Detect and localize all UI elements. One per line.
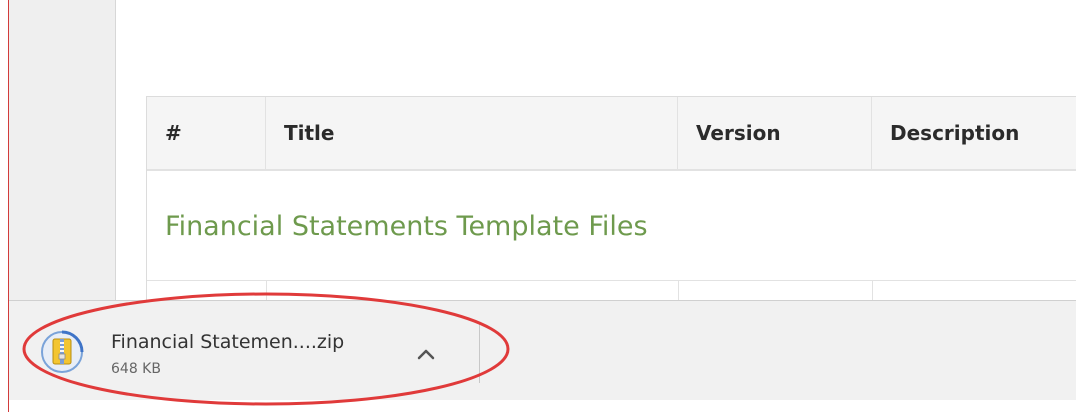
download-item-separator <box>479 323 480 383</box>
zip-file-icon <box>41 330 84 373</box>
download-item[interactable]: Financial Statemen....zip 648 KB <box>39 321 480 383</box>
column-header-description[interactable]: Description <box>872 97 1076 169</box>
group-title: Financial Statements Template Files <box>165 211 648 242</box>
files-table: # Title Version Description Financial St… <box>146 96 1076 307</box>
column-header-title[interactable]: Title <box>266 97 678 169</box>
bottom-strip <box>9 400 1076 412</box>
page: # Title Version Description Financial St… <box>0 0 1076 412</box>
chevron-up-icon[interactable] <box>411 339 441 369</box>
download-file-name: Financial Statemen....zip <box>111 331 345 353</box>
download-file-size: 648 KB <box>111 361 161 377</box>
table-group-row: Financial Statements Template Files <box>147 171 1076 281</box>
table-header: # Title Version Description <box>147 97 1076 171</box>
left-sidebar <box>9 0 116 300</box>
column-header-version[interactable]: Version <box>678 97 872 169</box>
column-header-number[interactable]: # <box>147 97 266 169</box>
download-bar: Financial Statemen....zip 648 KB <box>9 300 1076 401</box>
